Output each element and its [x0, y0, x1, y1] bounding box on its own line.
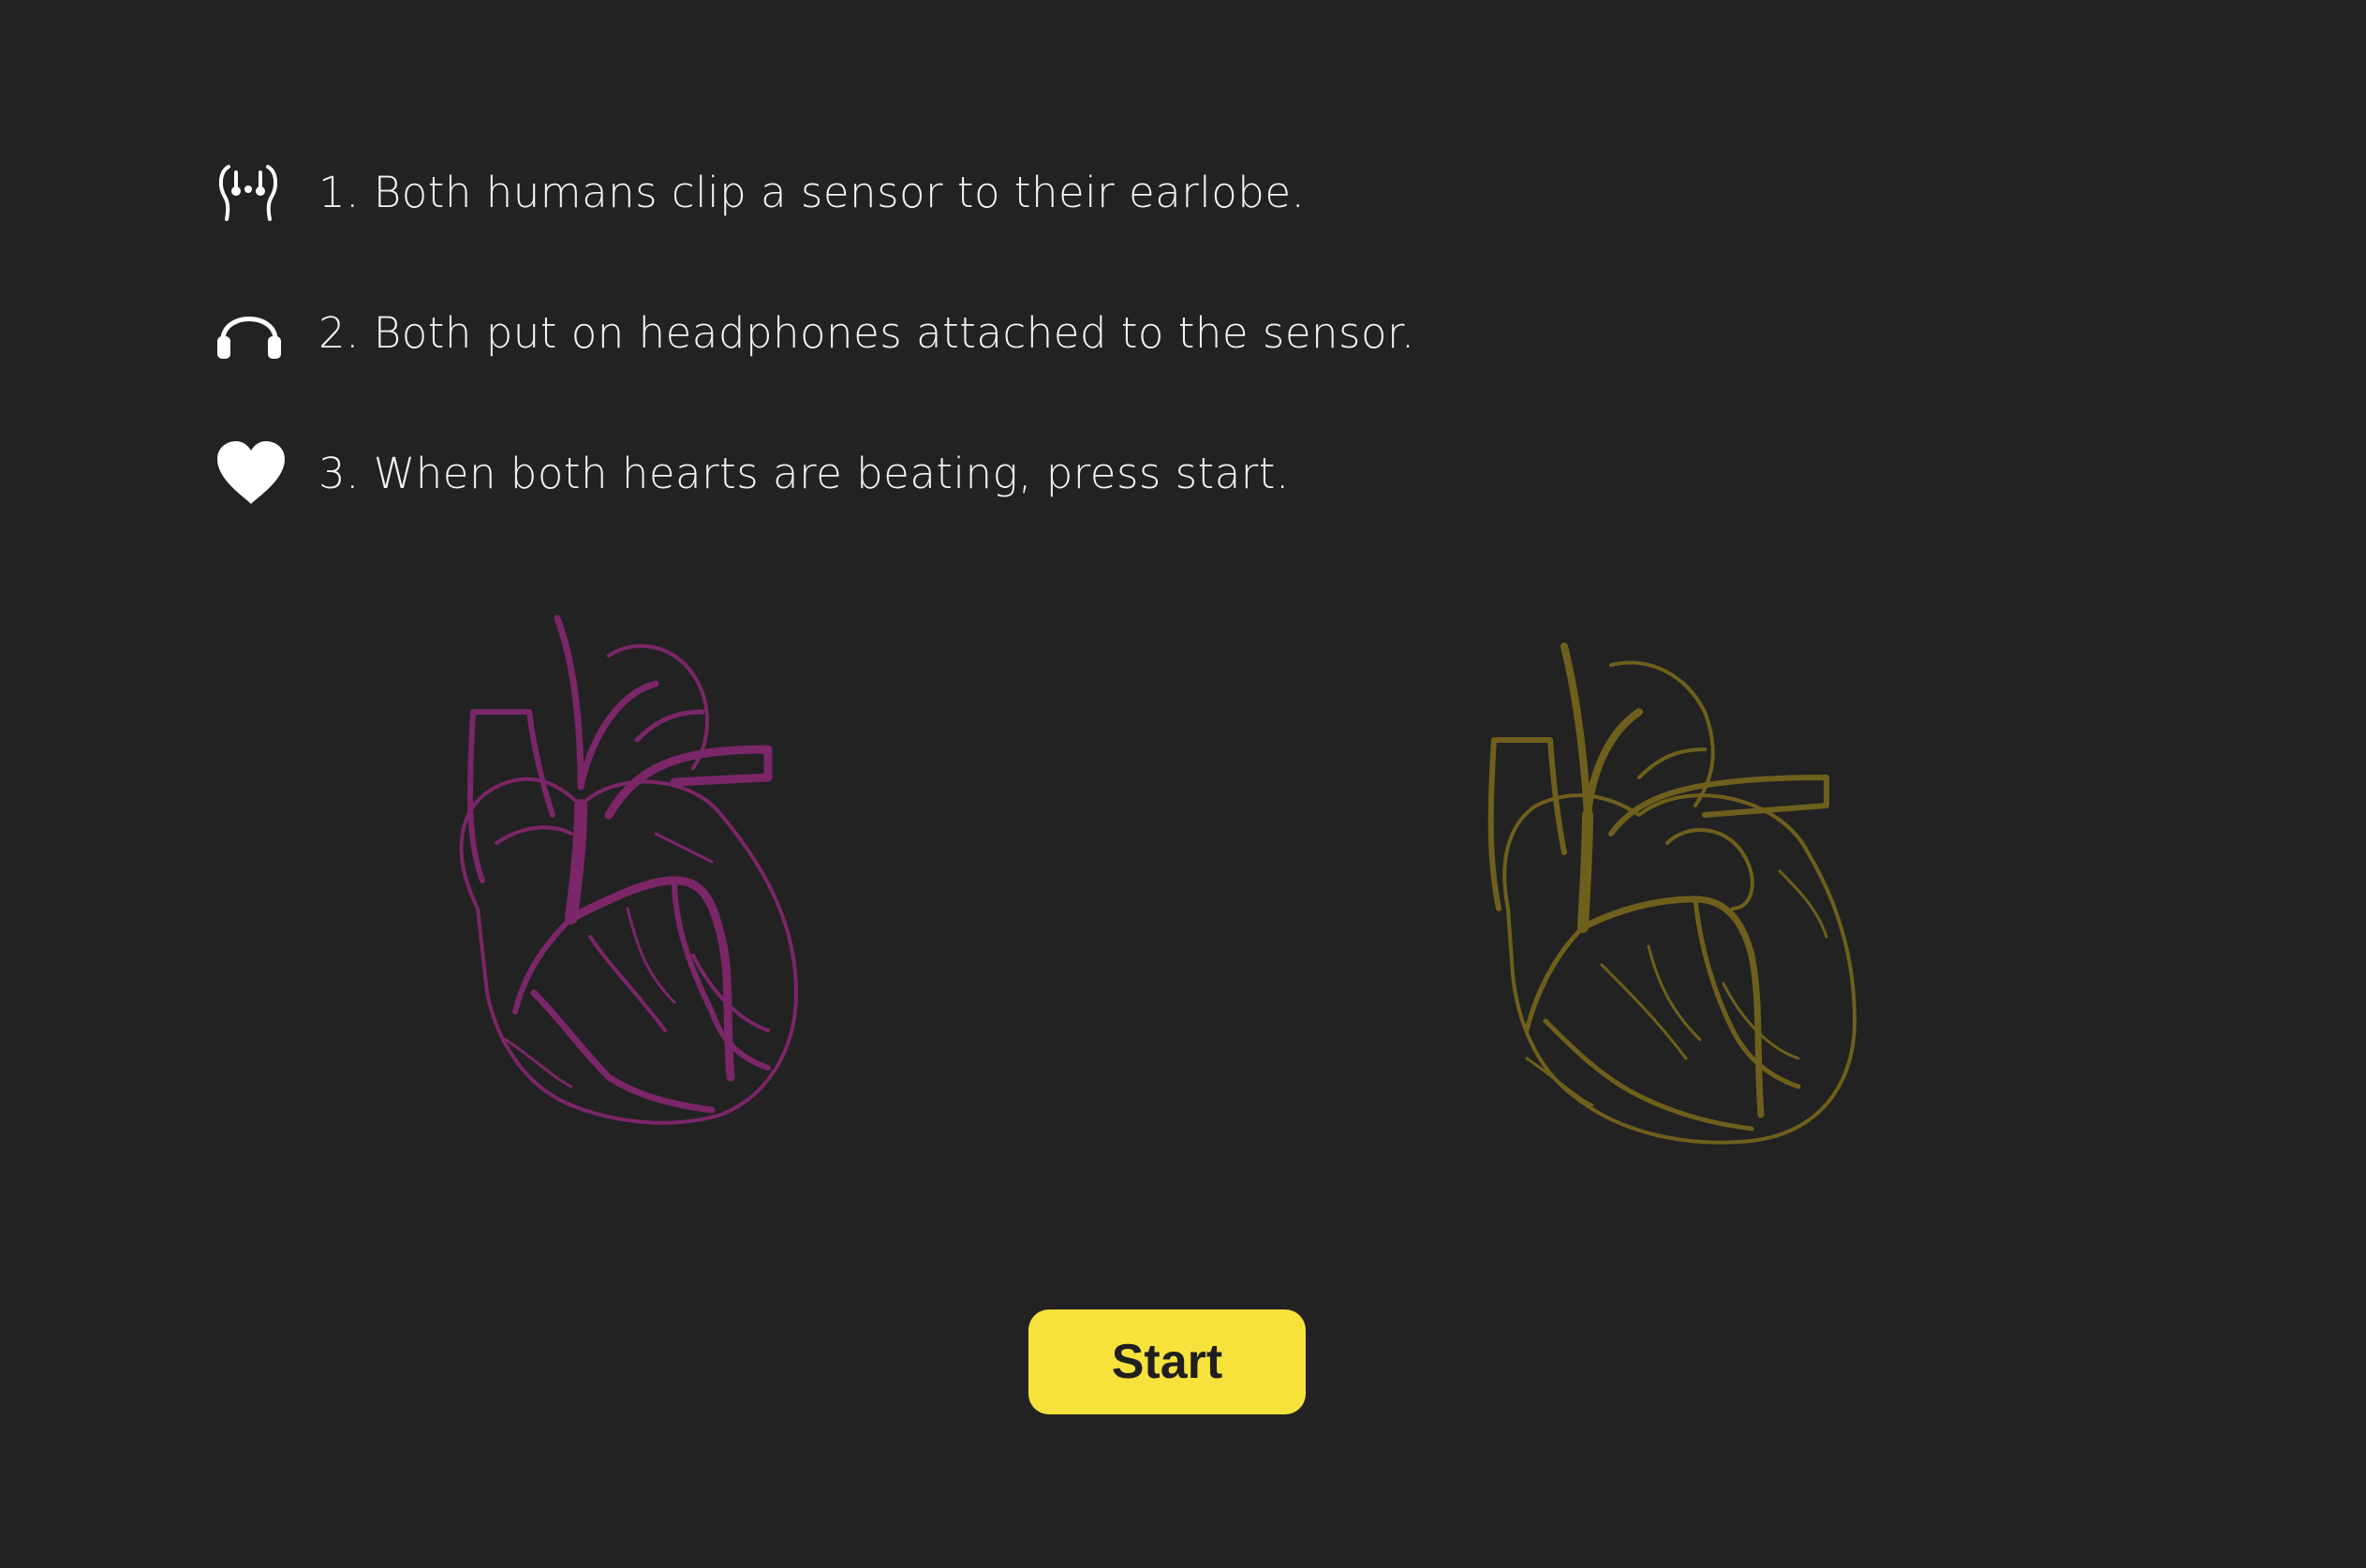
anatomical-heart-left	[459, 614, 798, 1125]
heart-icon	[215, 431, 300, 515]
step-2-text: 2. Both put on headphones attached to th…	[318, 307, 1415, 358]
step-3-text: 3. When both hearts are beating, press s…	[318, 448, 1290, 498]
earlobe-sensor-icon	[215, 150, 300, 234]
step-3-row: 3. When both hearts are beating, press s…	[215, 431, 1290, 515]
anatomical-heart-right	[1487, 643, 1856, 1145]
instructions-list: 1. Both humans clip a sensor to their ea…	[215, 150, 1714, 525]
step-2-row: 2. Both put on headphones attached to th…	[215, 290, 1415, 375]
headphones-icon	[215, 290, 300, 375]
start-button[interactable]: Start	[1028, 1309, 1306, 1414]
step-1-row: 1. Both humans clip a sensor to their ea…	[215, 150, 1305, 234]
step-1-text: 1. Both humans clip a sensor to their ea…	[318, 167, 1306, 217]
